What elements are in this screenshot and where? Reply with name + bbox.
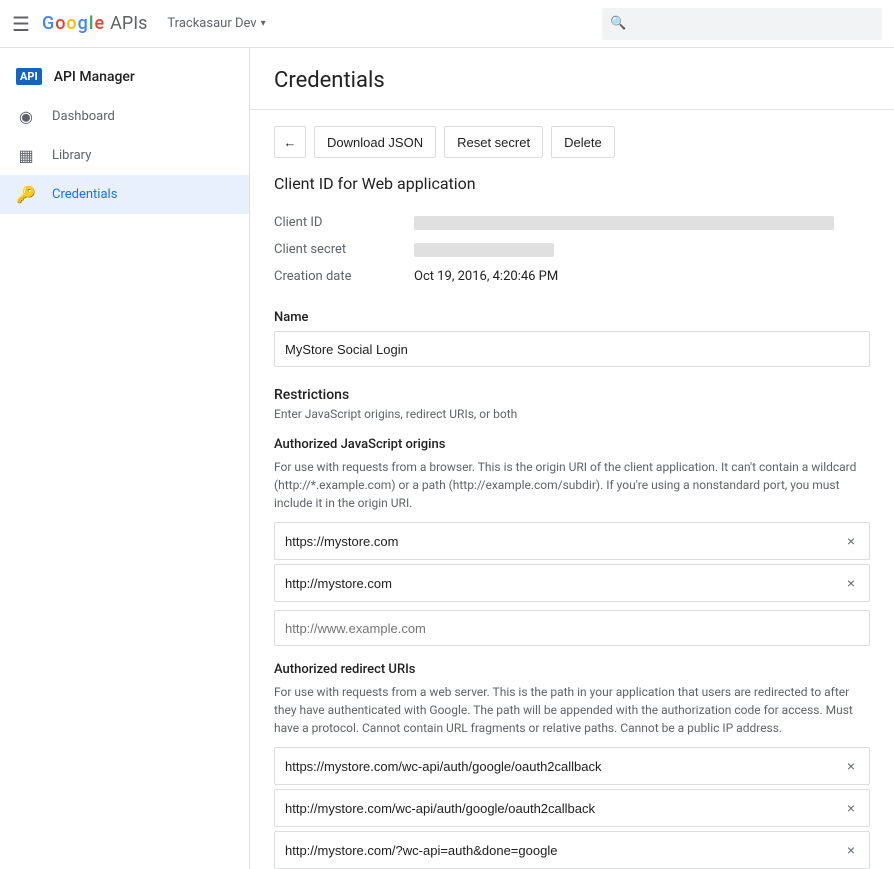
apis-label: APIs — [110, 13, 147, 34]
creation-date-row: Creation date Oct 19, 2016, 4:20:46 PM — [274, 263, 870, 290]
redirect-uris-section: Authorized redirect URIs For use with re… — [274, 662, 870, 869]
redirect-uri-entry-1: × — [274, 789, 870, 827]
redirect-uris-desc: For use with requests from a web server.… — [274, 683, 870, 737]
google-logo: Google — [42, 13, 104, 34]
info-table: Client ID Client secret Creation date Oc… — [274, 209, 870, 290]
js-origin-entry-0: × — [274, 522, 870, 560]
back-button[interactable]: ← — [274, 126, 306, 158]
back-icon: ← — [284, 135, 297, 150]
delete-button[interactable]: Delete — [551, 126, 615, 158]
form-section: Client ID for Web application Client ID … — [250, 174, 894, 869]
reset-secret-button[interactable]: Reset secret — [444, 126, 543, 158]
js-origin-input-1[interactable] — [275, 565, 833, 601]
creation-date-value: Oct 19, 2016, 4:20:46 PM — [414, 269, 558, 284]
client-secret-row: Client secret — [274, 236, 870, 263]
redirect-uri-input-0[interactable] — [275, 748, 833, 784]
client-id-title: Client ID for Web application — [274, 174, 870, 193]
name-label: Name — [274, 310, 870, 325]
sidebar-item-dashboard-label: Dashboard — [52, 109, 115, 124]
topbar: ☰ Google APIs Trackasaur Dev ▾ 🔍 — [0, 0, 894, 48]
redirect-uri-entry-0: × — [274, 747, 870, 785]
api-icon: API — [16, 68, 42, 85]
content-area: Credentials ← Download JSON Reset secret… — [250, 48, 894, 869]
sidebar-item-credentials-label: Credentials — [52, 187, 117, 202]
restrictions-subtitle: Enter JavaScript origins, redirect URIs,… — [274, 407, 870, 421]
sidebar-item-library-label: Library — [52, 148, 91, 163]
js-origin-remove-1[interactable]: × — [833, 565, 869, 601]
sidebar-header: API API Manager — [0, 56, 249, 97]
creation-date-label: Creation date — [274, 269, 414, 284]
project-dropdown-icon: ▾ — [261, 18, 266, 29]
redirect-uri-entry-2: × — [274, 831, 870, 869]
redirect-uri-remove-1[interactable]: × — [833, 790, 869, 826]
redirect-uris-title: Authorized redirect URIs — [274, 662, 870, 677]
js-origins-desc: For use with requests from a browser. Th… — [274, 458, 870, 512]
sidebar-item-dashboard[interactable]: ◉ Dashboard — [0, 97, 249, 136]
client-secret-label: Client secret — [274, 242, 414, 257]
toolbar: ← Download JSON Reset secret Delete — [250, 110, 894, 174]
sidebar-item-credentials[interactable]: 🔑 Credentials — [0, 175, 249, 214]
credentials-icon: 🔑 — [16, 185, 36, 204]
topbar-logo: Google APIs — [42, 13, 147, 34]
client-id-value — [414, 216, 834, 230]
sidebar: API API Manager ◉ Dashboard ▦ Library 🔑 … — [0, 48, 250, 869]
page-title: Credentials — [274, 68, 870, 93]
redirect-uri-input-1[interactable] — [275, 790, 833, 826]
sidebar-item-library[interactable]: ▦ Library — [0, 136, 249, 175]
project-name: Trackasaur Dev — [167, 16, 256, 31]
redirect-uri-remove-2[interactable]: × — [833, 832, 869, 868]
js-origin-remove-0[interactable]: × — [833, 523, 869, 559]
library-icon: ▦ — [16, 146, 36, 165]
client-id-label: Client ID — [274, 215, 414, 230]
js-origin-new-input[interactable] — [274, 610, 870, 646]
menu-icon[interactable]: ☰ — [12, 12, 30, 36]
name-input[interactable] — [274, 331, 870, 367]
search-input[interactable] — [634, 16, 874, 31]
api-manager-label: API Manager — [54, 69, 135, 85]
client-id-row: Client ID — [274, 209, 870, 236]
redirect-uri-remove-0[interactable]: × — [833, 748, 869, 784]
dashboard-icon: ◉ — [16, 107, 36, 126]
search-bar: 🔍 — [602, 8, 882, 40]
main-layout: API API Manager ◉ Dashboard ▦ Library 🔑 … — [0, 48, 894, 869]
js-origin-entry-1: × — [274, 564, 870, 602]
restrictions-title: Restrictions — [274, 387, 870, 403]
content-header: Credentials — [250, 48, 894, 110]
search-icon: 🔍 — [610, 16, 626, 31]
project-selector[interactable]: Trackasaur Dev ▾ — [167, 16, 265, 31]
js-origins-title: Authorized JavaScript origins — [274, 437, 870, 452]
name-field-section: Name — [274, 310, 870, 367]
js-origin-input-0[interactable] — [275, 523, 833, 559]
js-origins-section: Authorized JavaScript origins For use wi… — [274, 437, 870, 646]
restrictions-section: Restrictions Enter JavaScript origins, r… — [274, 387, 870, 869]
download-json-button[interactable]: Download JSON — [314, 126, 436, 158]
redirect-uri-input-2[interactable] — [275, 832, 833, 868]
client-secret-value — [414, 243, 554, 257]
